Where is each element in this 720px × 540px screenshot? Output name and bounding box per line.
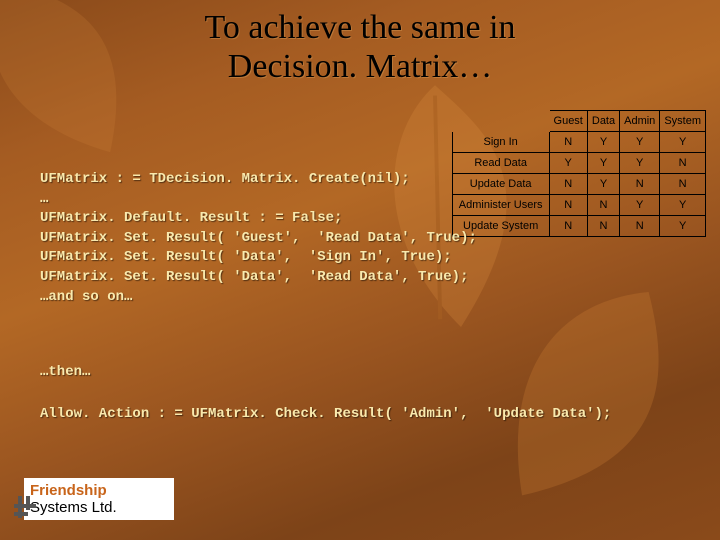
logo-mark-icon [14,496,40,522]
table-corner-cell [452,111,549,132]
title-line-2: Decision. Matrix… [228,48,492,85]
code-block-1: UFMatrix : = TDecision. Matrix. Create(n… [40,170,680,307]
logo-line-2: Systems Ltd. [30,499,168,516]
cell: Y [620,132,660,153]
row-label: Sign In [452,132,549,153]
slide: To achieve the same in Decision. Matrix…… [0,0,720,540]
table-header-row: Guest Data Admin System [452,111,705,132]
col-header: Admin [620,111,660,132]
col-header: System [660,111,706,132]
code-block-2: …then… Allow. Action : = UFMatrix. Check… [40,362,680,425]
col-header: Data [587,111,619,132]
code-then: …then… [40,364,90,380]
col-header: Guest [549,111,587,132]
cell: Y [587,132,619,153]
code-allow-line: Allow. Action : = UFMatrix. Check. Resul… [40,406,611,422]
company-logo: Friendship Systems Ltd. [24,478,174,520]
cell: N [549,132,587,153]
cell: Y [660,132,706,153]
logo-line-1: Friendship [30,482,168,499]
title-line-1: To achieve the same in [204,9,515,46]
table-row: Sign In N Y Y Y [452,132,705,153]
slide-title: To achieve the same in Decision. Matrix… [0,8,720,86]
